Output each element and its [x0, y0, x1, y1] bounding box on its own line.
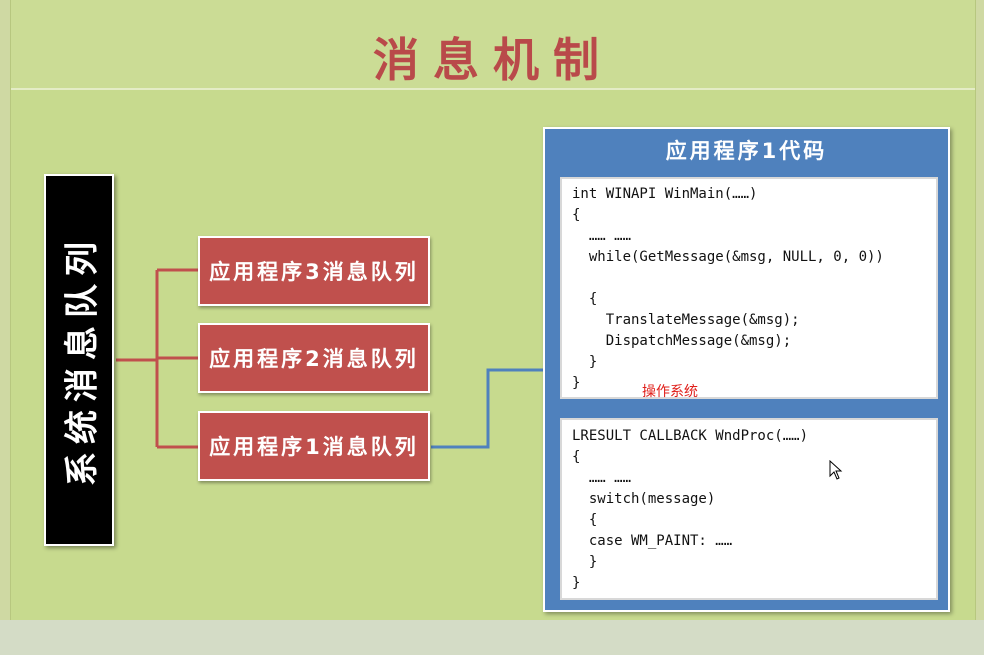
winmain-code-box: int WINAPI WinMain(……) { …… …… while(Get…: [560, 177, 938, 399]
code-line: {: [572, 449, 581, 465]
system-message-queue: 系统消息队列: [44, 174, 114, 546]
code-line: TranslateMessage(&msg);: [572, 312, 800, 328]
code-line: DispatchMessage(&msg);: [572, 333, 792, 349]
code-line: }: [572, 354, 598, 370]
code-line: while(GetMessage(&msg, NULL, 0, 0)): [572, 249, 884, 265]
code-line: {: [572, 207, 581, 223]
connector-queue1-to-code: [431, 368, 543, 449]
app2-message-queue: 应用程序2消息队列: [198, 323, 430, 393]
code-line: {: [572, 512, 598, 528]
mouse-cursor-icon: [829, 460, 843, 480]
wndproc-code-box: LRESULT CALLBACK WndProc(……) { …… …… swi…: [560, 418, 938, 600]
code-line: LRESULT CALLBACK WndProc(……): [572, 428, 809, 444]
os-annotation: 操作系统: [642, 384, 698, 400]
app1-message-queue: 应用程序1消息队列: [198, 411, 430, 481]
connector-system-to-queues: [116, 268, 198, 449]
code-line: …… ……: [572, 470, 632, 486]
code-line: case WM_PAINT: ……: [572, 533, 733, 549]
code-line: }: [572, 375, 581, 391]
code-panel-title: 应用程序1代码: [665, 139, 828, 163]
system-queue-label: 系统消息队列: [62, 234, 103, 486]
code-line: …… ……: [572, 228, 632, 244]
code-line: }: [572, 575, 581, 591]
code-line: }: [572, 554, 598, 570]
app1-code-panel: 应用程序1代码 int WINAPI WinMain(……) { …… …… w…: [543, 127, 950, 612]
code-line: switch(message): [572, 491, 716, 507]
app3-message-queue: 应用程序3消息队列: [198, 236, 430, 306]
code-line: {: [572, 291, 598, 307]
code-line: int WINAPI WinMain(……): [572, 186, 758, 202]
